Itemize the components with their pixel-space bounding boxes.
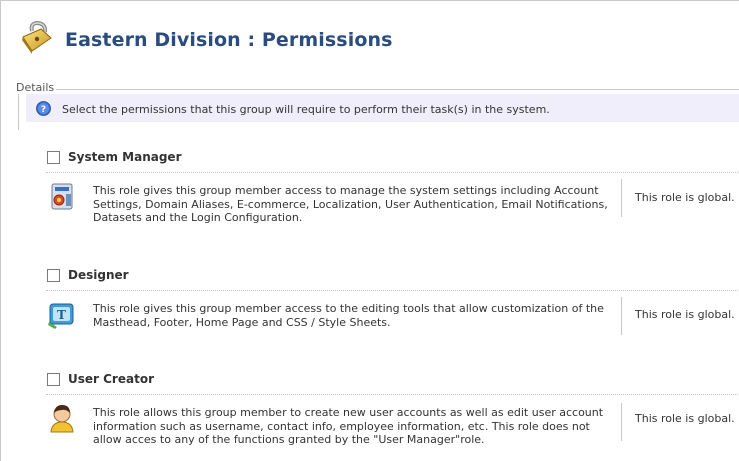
svg-text:T: T [57,308,66,322]
column-divider [621,179,622,217]
system-manager-icon [51,183,73,210]
role-description: This role gives this group member access… [93,184,608,224]
role-title: Designer [68,268,129,282]
role-scope: This role is global. [635,191,735,204]
details-legend: Details [14,81,57,94]
role-title: User Creator [68,372,154,386]
help-icon: ? [36,101,51,116]
divider [46,172,739,173]
padlock-icon [22,20,52,54]
details-info-text: Select the permissions that this group w… [62,103,550,116]
user-creator-icon [50,405,74,433]
divider [46,394,739,395]
role-description: This role allows this group member to cr… [93,406,604,446]
role-scope: This role is global. [635,412,735,425]
column-divider [621,297,622,335]
user-creator-checkbox[interactable] [47,373,60,386]
designer-checkbox[interactable] [47,269,60,282]
column-divider [621,403,622,441]
role-title: System Manager [68,150,182,164]
page-title: Eastern Division : Permissions [65,29,393,51]
designer-icon: T [48,303,74,329]
svg-text:?: ? [41,105,46,115]
system-manager-checkbox[interactable] [47,151,60,164]
page-header: Eastern Division : Permissions [18,20,738,56]
role-description: This role gives this group member access… [93,302,604,329]
content-frame [0,0,739,461]
role-scope: This role is global. [635,308,735,321]
divider [46,290,739,291]
